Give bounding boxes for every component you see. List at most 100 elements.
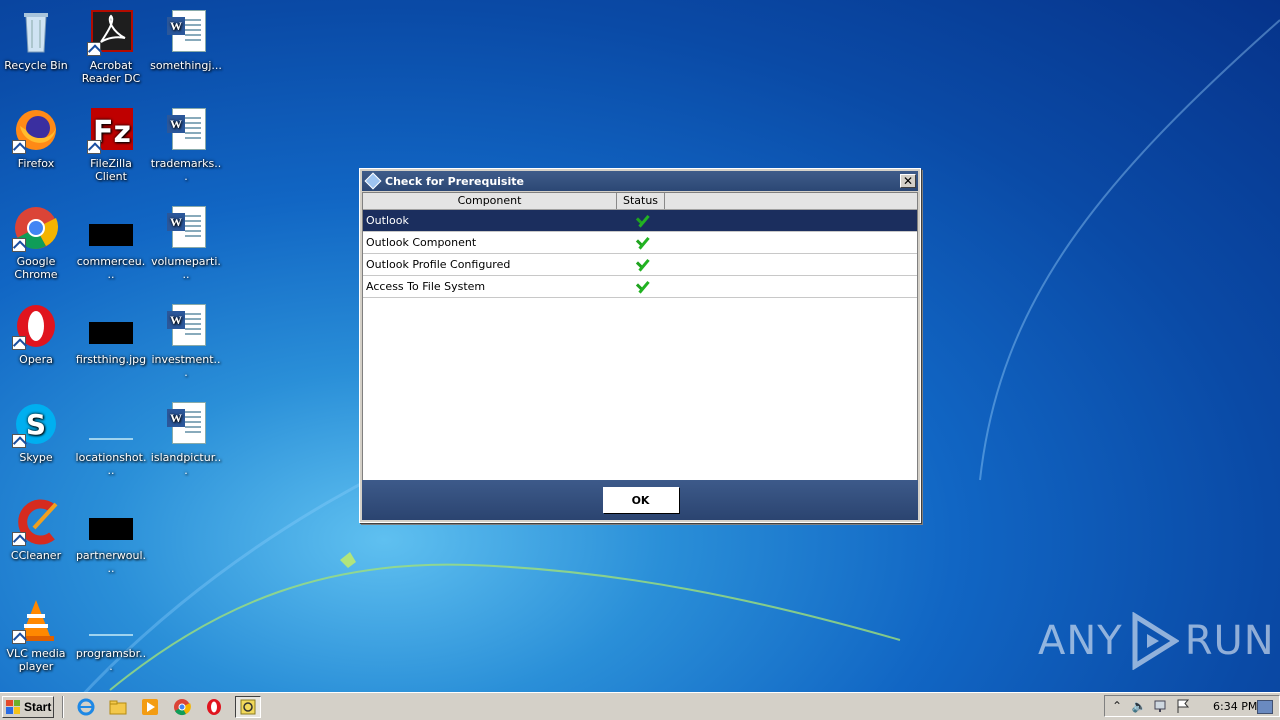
chevron-up-icon[interactable]: ⌃ [1109, 698, 1125, 714]
shortcut-arrow-icon [12, 434, 26, 448]
desktop-icon-word-doc[interactable]: W islandpictur... [150, 396, 222, 486]
start-label: Start [24, 699, 52, 714]
skype-icon: S [12, 400, 60, 448]
desktop-icon-firefox[interactable]: Firefox [0, 102, 72, 192]
desktop-icon-label: investment... [151, 353, 221, 379]
desktop-icon-file[interactable]: partnerwoul... [75, 494, 147, 584]
desktop-icon-word-doc[interactable]: W volumeparti... [150, 200, 222, 290]
check-icon [633, 236, 649, 250]
clock[interactable]: 6:34 PM [1213, 700, 1257, 713]
desktop-icon-label: partnerwoul... [75, 549, 147, 575]
show-desktop-icon[interactable] [1257, 700, 1273, 714]
start-button[interactable]: Start [2, 695, 54, 718]
word-document-icon: W [162, 204, 210, 252]
acrobat-icon [87, 8, 135, 56]
windows-flag-icon [6, 699, 20, 714]
opera-icon[interactable] [203, 696, 225, 718]
desktop-icon-image-file[interactable]: firstthing.jpg [75, 298, 147, 388]
recycle-bin-icon [12, 8, 60, 56]
desktop-icon-label: VLC media player [6, 647, 66, 673]
prerequisite-app-icon[interactable] [235, 695, 261, 718]
watermark-right: RUN [1184, 618, 1275, 664]
blank-thumbnail-icon [87, 400, 135, 448]
desktop-icon-ccleaner[interactable]: CCleaner [0, 494, 72, 584]
desktop-icon-vlc[interactable]: VLC media player [0, 592, 72, 682]
desktop-icon-label: Acrobat Reader DC [81, 59, 141, 85]
desktop-icon-word-doc[interactable]: W somethingj... [150, 4, 222, 94]
desktop-icon-label: islandpictur... [150, 451, 222, 477]
shortcut-arrow-icon [12, 140, 26, 154]
taskbar-separator [62, 695, 64, 718]
dialog-footer: OK [362, 480, 918, 520]
component-name: Outlook [366, 214, 409, 227]
word-document-icon: W [162, 302, 210, 350]
action-center-flag-icon[interactable] [1175, 698, 1191, 714]
redacted-thumbnail-icon [87, 498, 135, 546]
desktop-icon-label: Google Chrome [14, 255, 58, 281]
network-icon[interactable] [1153, 698, 1169, 714]
system-tray: ⌃ 🔈 6:34 PM [1104, 695, 1280, 717]
dialog-titlebar[interactable]: Check for Prerequisite ✕ [362, 171, 918, 191]
prerequisite-dialog: Check for Prerequisite ✕ Component Statu… [359, 168, 921, 523]
desktop-icon-label: FileZilla Client [90, 157, 132, 183]
blank-thumbnail-icon [87, 596, 135, 644]
column-header-component[interactable]: Component [363, 193, 617, 209]
desktop-icon-skype[interactable]: S Skype [0, 396, 72, 486]
shortcut-arrow-icon [12, 238, 26, 252]
desktop-icon-label: Firefox [17, 157, 55, 170]
chrome-icon[interactable] [171, 696, 193, 718]
volume-icon[interactable]: 🔈 [1131, 698, 1147, 714]
desktop-icon-label: volumeparti... [151, 255, 221, 281]
desktop-icon-label: firstthing.jpg [75, 353, 147, 366]
media-player-icon[interactable] [139, 696, 161, 718]
table-row[interactable]: Access To File System [363, 276, 917, 298]
close-icon: ✕ [902, 174, 914, 188]
desktop-icon-file[interactable]: commerceu... [75, 200, 147, 290]
desktop-icon-recycle-bin[interactable]: Recycle Bin [0, 4, 72, 94]
desktop-icon-label: commerceu... [76, 255, 146, 281]
status-cell [617, 236, 665, 250]
shortcut-arrow-icon [87, 42, 101, 56]
component-name: Access To File System [366, 280, 486, 293]
desktop-icon-file[interactable]: programsbr... [75, 592, 147, 682]
explorer-icon[interactable] [107, 696, 129, 718]
table-row[interactable]: Outlook Profile Configured [363, 254, 917, 276]
svg-text:S: S [26, 408, 46, 441]
ie-icon[interactable] [75, 696, 97, 718]
anyrun-watermark: ANY RUN [1038, 612, 1275, 670]
table-header: Component Status [363, 193, 917, 210]
vlc-cone-icon [12, 596, 60, 644]
table-row[interactable]: Outlook [363, 210, 917, 232]
desktop-icon-file[interactable]: locationshot... [75, 396, 147, 486]
desktop-icon-label: Opera [19, 353, 53, 366]
desktop-icon-label: somethingj... [150, 59, 222, 72]
shortcut-arrow-icon [87, 140, 101, 154]
firefox-icon [12, 106, 60, 154]
opera-icon [12, 302, 60, 350]
check-icon [633, 214, 649, 228]
table-row[interactable]: Outlook Component [363, 232, 917, 254]
diamond-app-icon [364, 172, 382, 190]
desktop-icon-word-doc[interactable]: W investment... [150, 298, 222, 388]
word-document-icon: W [162, 8, 210, 56]
desktop-icon-chrome[interactable]: Google Chrome [0, 200, 72, 290]
desktop-icon-filezilla[interactable]: Fz FileZilla Client [75, 102, 147, 192]
watermark-left: ANY [1038, 618, 1123, 664]
filezilla-icon: Fz [87, 106, 135, 154]
column-header-status[interactable]: Status [617, 193, 665, 209]
shortcut-arrow-icon [12, 630, 26, 644]
chrome-icon [12, 204, 60, 252]
status-cell [617, 214, 665, 228]
redacted-thumbnail-icon [87, 302, 135, 350]
word-document-icon: W [162, 400, 210, 448]
ccleaner-icon [12, 498, 60, 546]
check-icon [633, 258, 649, 272]
word-document-icon: W [162, 106, 210, 154]
status-cell [617, 258, 665, 272]
desktop-icon-opera[interactable]: Opera [0, 298, 72, 388]
desktop-icon-word-doc[interactable]: W trademarks... [150, 102, 222, 192]
close-button[interactable]: ✕ [900, 174, 916, 188]
dialog-title: Check for Prerequisite [385, 174, 524, 188]
ok-button[interactable]: OK [602, 487, 679, 513]
desktop-icon-acrobat[interactable]: Acrobat Reader DC [75, 4, 147, 94]
